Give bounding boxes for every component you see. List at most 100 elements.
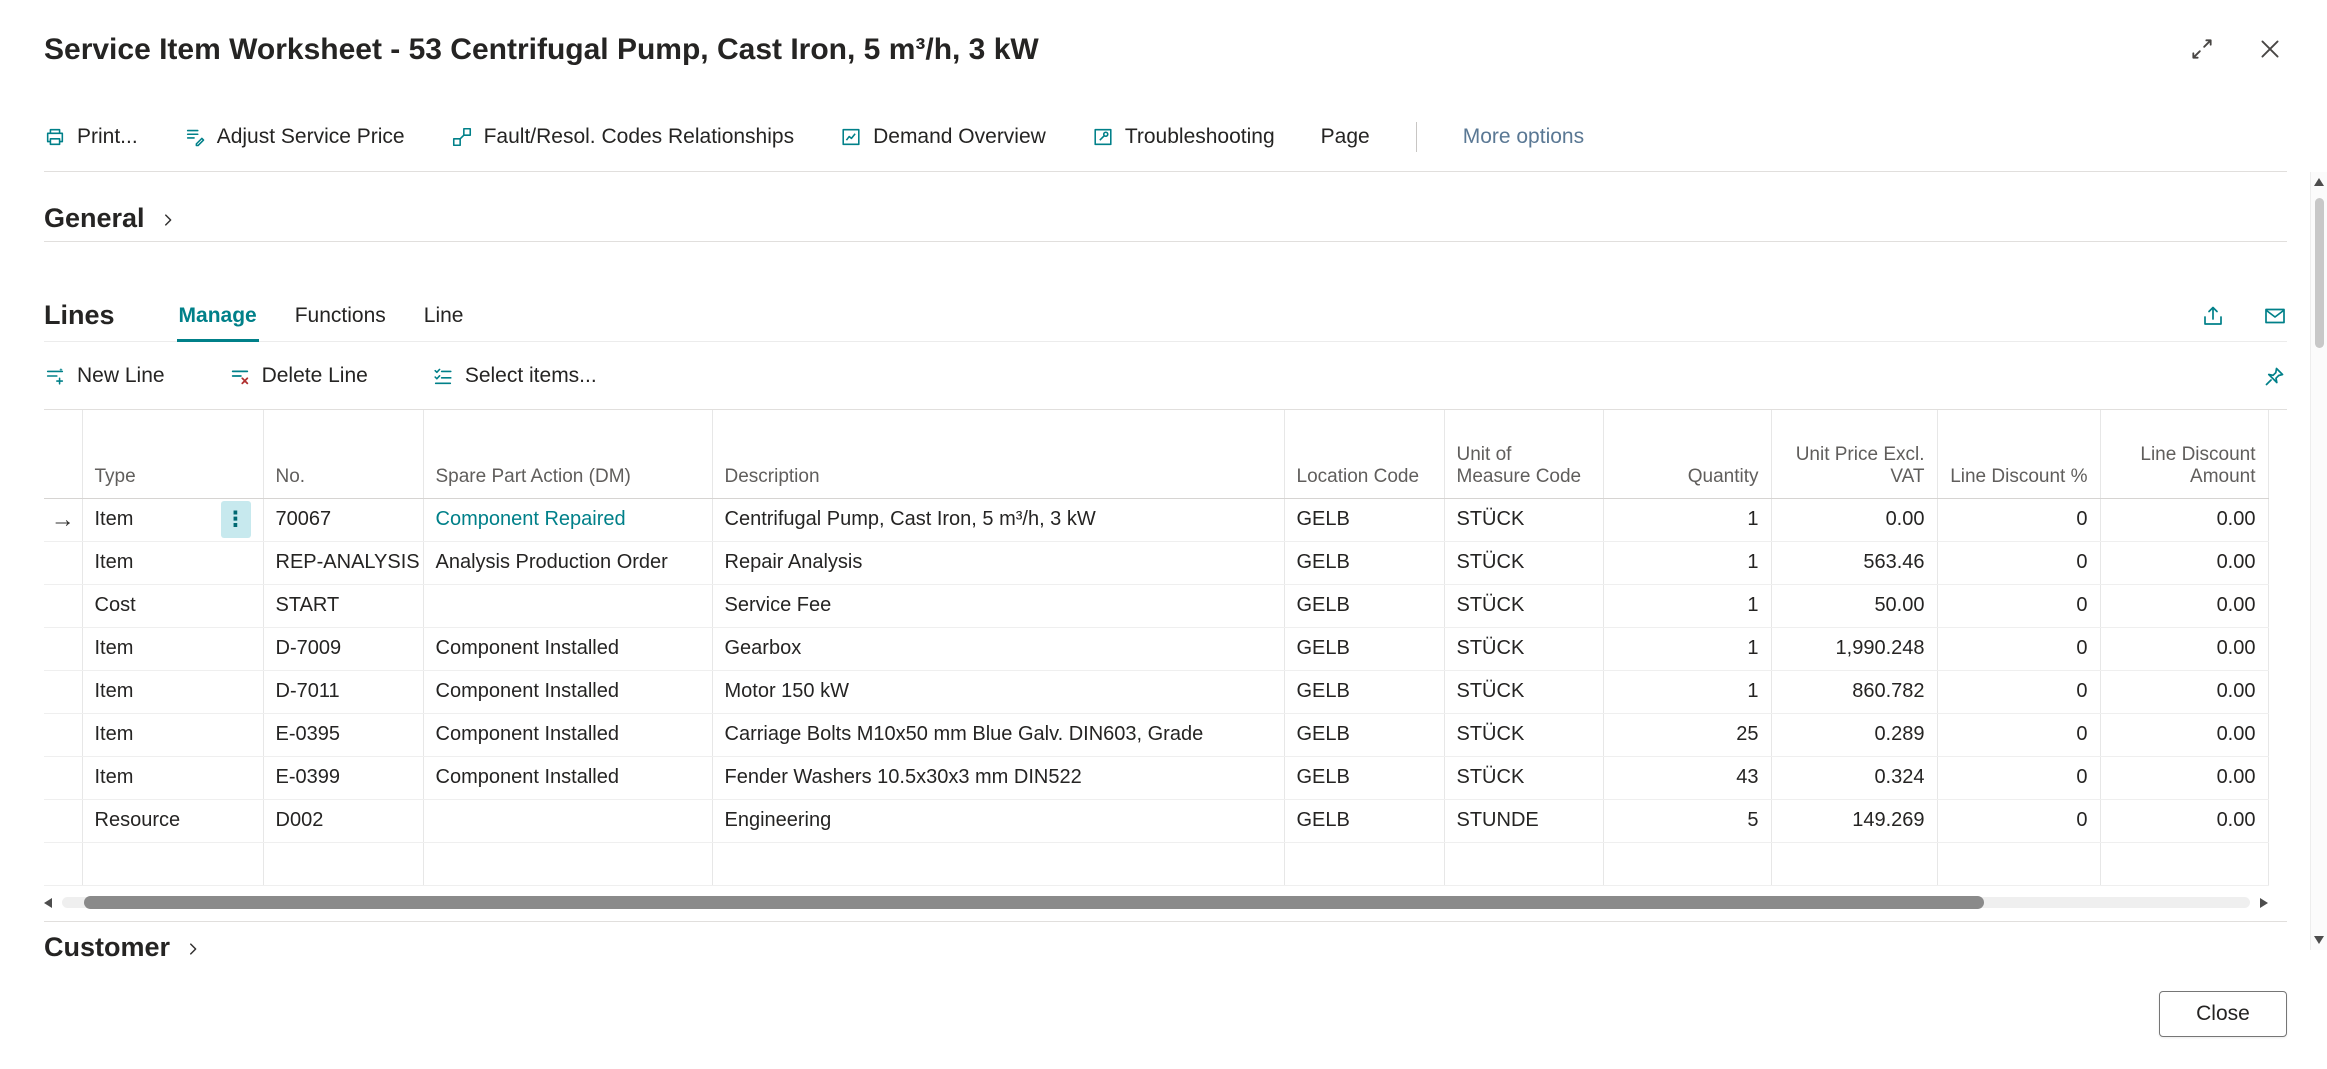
cell-type[interactable]: Cost — [82, 584, 263, 627]
cell-line_discount_amount[interactable]: 0.00 — [2100, 670, 2268, 713]
cell-description[interactable]: Carriage Bolts M10x50 mm Blue Galv. DIN6… — [712, 713, 1284, 756]
cell-line_discount_amount[interactable]: 0.00 — [2100, 713, 2268, 756]
cell-spare_part_action[interactable]: Analysis Production Order — [423, 541, 712, 584]
cell-unit_of_measure_code[interactable]: STÜCK — [1444, 498, 1603, 541]
col-header-location-code[interactable]: Location Code — [1284, 410, 1444, 498]
cell-spare_part_action[interactable]: Component Installed — [423, 756, 712, 799]
col-header-line-discount-pct[interactable]: Line Discount % — [1937, 410, 2100, 498]
cell-unit_of_measure_code[interactable]: STÜCK — [1444, 756, 1603, 799]
cell-location_code[interactable]: GELB — [1284, 498, 1444, 541]
scroll-right-arrow[interactable] — [2260, 898, 2268, 908]
cell-line_discount_pct[interactable]: 0 — [1937, 584, 2100, 627]
scroll-left-arrow[interactable] — [44, 898, 52, 908]
cell-quantity[interactable]: 1 — [1603, 584, 1771, 627]
cell-line_discount_pct[interactable] — [1937, 842, 2100, 885]
delete-line-button[interactable]: Delete Line — [229, 364, 368, 388]
row-selector-cell[interactable]: → — [44, 498, 82, 541]
cell-description[interactable]: Fender Washers 10.5x30x3 mm DIN522 — [712, 756, 1284, 799]
cell-description[interactable]: Centrifugal Pump, Cast Iron, 5 m³/h, 3 k… — [712, 498, 1284, 541]
select-items-button[interactable]: Select items... — [432, 364, 597, 388]
cell-spare_part_action[interactable] — [423, 584, 712, 627]
cell-unit_of_measure_code[interactable]: STÜCK — [1444, 670, 1603, 713]
cell-location_code[interactable] — [1284, 842, 1444, 885]
cell-line_discount_amount[interactable]: 0.00 — [2100, 498, 2268, 541]
cell-description[interactable]: Service Fee — [712, 584, 1284, 627]
row-selector-cell[interactable] — [44, 627, 82, 670]
cell-no[interactable]: D-7009 — [263, 627, 423, 670]
scroll-up-arrow[interactable] — [2314, 178, 2324, 186]
tab-line[interactable]: Line — [422, 304, 466, 341]
cell-unit_price_excl_vat[interactable]: 0.324 — [1771, 756, 1937, 799]
cell-spare_part_action[interactable]: Component Installed — [423, 627, 712, 670]
cell-location_code[interactable]: GELB — [1284, 756, 1444, 799]
cell-spare_part_action[interactable]: Component Installed — [423, 713, 712, 756]
page-menu-button[interactable]: Page — [1321, 125, 1370, 149]
cell-no[interactable]: E-0399 — [263, 756, 423, 799]
cell-line_discount_amount[interactable]: 0.00 — [2100, 541, 2268, 584]
row-selector-cell[interactable] — [44, 799, 82, 842]
row-selector-cell[interactable] — [44, 670, 82, 713]
table-row[interactable]: ResourceD002EngineeringGELBSTUNDE5149.26… — [44, 799, 2268, 842]
cell-line_discount_pct[interactable]: 0 — [1937, 713, 2100, 756]
col-header-no[interactable]: No. — [263, 410, 423, 498]
row-selector-cell[interactable] — [44, 713, 82, 756]
cell-no[interactable]: D002 — [263, 799, 423, 842]
cell-no[interactable] — [263, 842, 423, 885]
cell-quantity[interactable]: 25 — [1603, 713, 1771, 756]
cell-unit_price_excl_vat[interactable]: 149.269 — [1771, 799, 1937, 842]
cell-quantity[interactable]: 1 — [1603, 670, 1771, 713]
cell-no[interactable]: 70067 — [263, 498, 423, 541]
cell-location_code[interactable]: GELB — [1284, 670, 1444, 713]
row-selector-cell[interactable] — [44, 584, 82, 627]
cell-unit_price_excl_vat[interactable]: 0.289 — [1771, 713, 1937, 756]
cell-line_discount_pct[interactable]: 0 — [1937, 498, 2100, 541]
cell-type[interactable]: Resource — [82, 799, 263, 842]
cell-no[interactable]: E-0395 — [263, 713, 423, 756]
cell-type[interactable]: Item⋮ — [82, 498, 263, 541]
table-row[interactable]: ItemE-0399Component InstalledFender Wash… — [44, 756, 2268, 799]
row-selector-cell[interactable] — [44, 541, 82, 584]
email-button[interactable] — [2263, 304, 2287, 328]
cell-quantity[interactable] — [1603, 842, 1771, 885]
table-row[interactable]: CostSTARTService FeeGELBSTÜCK150.0000.00 — [44, 584, 2268, 627]
row-context-menu-button[interactable]: ⋮ — [221, 501, 251, 538]
cell-quantity[interactable]: 43 — [1603, 756, 1771, 799]
cell-no[interactable]: REP-ANALYSIS — [263, 541, 423, 584]
cell-spare_part_action[interactable]: Component Repaired — [423, 498, 712, 541]
pin-toggle-button[interactable] — [2263, 364, 2287, 388]
cell-unit_of_measure_code[interactable] — [1444, 842, 1603, 885]
cell-spare_part_action[interactable] — [423, 842, 712, 885]
cell-unit_price_excl_vat[interactable]: 0.00 — [1771, 498, 1937, 541]
cell-unit_price_excl_vat[interactable] — [1771, 842, 1937, 885]
col-header-line-discount-amount[interactable]: Line Discount Amount — [2100, 410, 2268, 498]
cell-description[interactable]: Engineering — [712, 799, 1284, 842]
cell-unit_of_measure_code[interactable]: STÜCK — [1444, 627, 1603, 670]
cell-line_discount_pct[interactable]: 0 — [1937, 627, 2100, 670]
cell-location_code[interactable]: GELB — [1284, 799, 1444, 842]
tab-manage[interactable]: Manage — [177, 304, 259, 341]
row-selector-cell[interactable] — [44, 842, 82, 885]
cell-type[interactable]: Item — [82, 713, 263, 756]
col-header-quantity[interactable]: Quantity — [1603, 410, 1771, 498]
table-row[interactable]: ItemREP-ANALYSISAnalysis Production Orde… — [44, 541, 2268, 584]
customer-section-header[interactable]: Customer — [44, 921, 2287, 963]
cell-unit_of_measure_code[interactable]: STÜCK — [1444, 584, 1603, 627]
cell-location_code[interactable]: GELB — [1284, 584, 1444, 627]
tab-functions[interactable]: Functions — [293, 304, 388, 341]
close-window-button[interactable] — [2257, 36, 2283, 62]
cell-unit_price_excl_vat[interactable]: 860.782 — [1771, 670, 1937, 713]
cell-description[interactable]: Gearbox — [712, 627, 1284, 670]
col-header-spare-part-action[interactable]: Spare Part Action (DM) — [423, 410, 712, 498]
cell-line_discount_amount[interactable]: 0.00 — [2100, 627, 2268, 670]
cell-line_discount_amount[interactable]: 0.00 — [2100, 584, 2268, 627]
cell-type[interactable]: Item — [82, 627, 263, 670]
cell-location_code[interactable]: GELB — [1284, 713, 1444, 756]
cell-line_discount_pct[interactable]: 0 — [1937, 799, 2100, 842]
col-header-unit-of-measure-code[interactable]: Unit of Measure Code — [1444, 410, 1603, 498]
share-button[interactable] — [2201, 304, 2225, 328]
cell-location_code[interactable]: GELB — [1284, 627, 1444, 670]
cell-unit_of_measure_code[interactable]: STÜCK — [1444, 713, 1603, 756]
cell-quantity[interactable]: 1 — [1603, 498, 1771, 541]
demand-overview-button[interactable]: Demand Overview — [840, 125, 1046, 149]
cell-line_discount_amount[interactable]: 0.00 — [2100, 799, 2268, 842]
